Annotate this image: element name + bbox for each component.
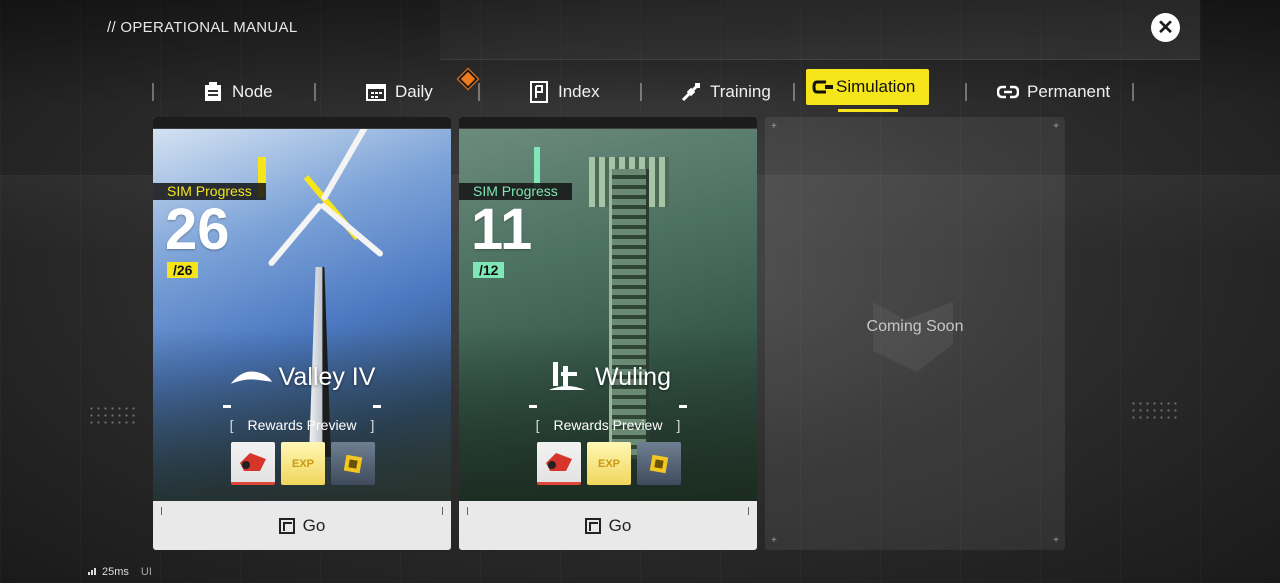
gold-item-icon[interactable] <box>637 442 681 485</box>
go-label: Go <box>302 515 326 535</box>
rewards-preview-label: [Rewards Preview] <box>535 417 681 433</box>
dot-pattern-right <box>1130 400 1180 420</box>
exp-icon[interactable]: EXP <box>587 442 631 485</box>
tab-label: Node <box>232 82 273 101</box>
turbine-blade <box>319 201 385 258</box>
tab-separator <box>793 83 795 101</box>
valley-icon <box>229 362 273 392</box>
turbine-blade <box>267 202 324 268</box>
index-icon <box>528 81 550 103</box>
go-arrow-icon <box>278 517 295 534</box>
tab-label: Daily <box>395 82 433 101</box>
placeholder-logo-icon <box>873 302 953 372</box>
tab-training[interactable]: Training <box>680 69 771 115</box>
turbine-blade <box>320 120 371 202</box>
go-label: Go <box>608 515 632 535</box>
tab-simulation[interactable]: Simulation <box>806 69 930 105</box>
notification-badge-icon <box>456 67 480 91</box>
card-coming-soon: + + + + Coming Soon <box>765 117 1065 550</box>
tab-daily[interactable]: Daily <box>365 69 433 115</box>
signal-icon <box>88 566 98 578</box>
coming-soon-label: Coming Soon <box>866 318 964 335</box>
ping-value: 25ms <box>102 566 129 578</box>
divider <box>529 405 687 408</box>
tab-label: Training <box>710 82 771 101</box>
sim-progress-count: 11 <box>471 197 533 262</box>
wuling-icon <box>545 362 589 392</box>
simulation-icon <box>812 76 834 98</box>
red-item-icon[interactable] <box>231 442 275 485</box>
tab-separator <box>152 83 154 101</box>
tower-illustration <box>609 169 649 459</box>
tab-separator <box>965 83 967 101</box>
region-name: Valley IV <box>278 362 376 391</box>
tab-bar: Node Daily Index Training Simulation Per… <box>150 67 1140 115</box>
tab-index[interactable]: Index <box>528 69 600 115</box>
tab-node[interactable]: Node <box>202 69 273 115</box>
status-tag: UI <box>140 566 152 578</box>
tab-permanent[interactable]: Permanent <box>997 69 1110 115</box>
gold-item-icon[interactable] <box>331 442 375 485</box>
calendar-icon <box>365 81 387 103</box>
tab-label: Simulation <box>836 77 916 96</box>
rewards-list: EXP <box>231 442 375 485</box>
tab-label: Permanent <box>1027 82 1111 101</box>
status-bar: 25ms UI <box>88 566 152 578</box>
rewards-preview-label: [Rewards Preview] <box>229 417 375 433</box>
exp-icon[interactable]: EXP <box>281 442 325 485</box>
sim-progress-count: 26 <box>165 197 230 262</box>
page-title: // OPERATIONAL MANUAL <box>107 19 298 36</box>
tab-separator <box>1132 83 1134 101</box>
region-name: Wuling <box>595 362 671 391</box>
close-button[interactable]: ✕ <box>1151 13 1180 42</box>
sim-progress-total: /12 <box>473 262 505 278</box>
divider <box>223 405 381 408</box>
card-wuling[interactable]: SIM Progress 11 /12 Wuling [Rewards Prev… <box>459 117 757 550</box>
rewards-list: EXP <box>537 442 681 485</box>
training-icon <box>680 81 702 103</box>
region-title: Wuling <box>459 362 757 392</box>
tab-separator <box>314 83 316 101</box>
sim-progress-total: /26 <box>167 262 199 278</box>
go-button[interactable]: Go <box>459 501 757 550</box>
top-decoration <box>440 0 1200 60</box>
node-icon <box>202 81 224 103</box>
card-top-strip <box>153 117 451 129</box>
red-item-icon[interactable] <box>537 442 581 485</box>
link-icon <box>997 81 1019 103</box>
region-title: Valley IV <box>153 362 451 392</box>
card-valley-iv[interactable]: SIM Progress 26 /26 Valley IV [Rewards P… <box>153 117 451 550</box>
card-top-strip <box>459 117 757 129</box>
tab-separator <box>640 83 642 101</box>
go-arrow-icon <box>584 517 601 534</box>
tab-separator <box>478 83 480 101</box>
go-button[interactable]: Go <box>153 501 451 550</box>
decor-bar <box>534 147 540 187</box>
dot-pattern-left <box>88 405 138 425</box>
tab-label: Index <box>558 82 600 101</box>
close-icon: ✕ <box>1157 16 1174 39</box>
